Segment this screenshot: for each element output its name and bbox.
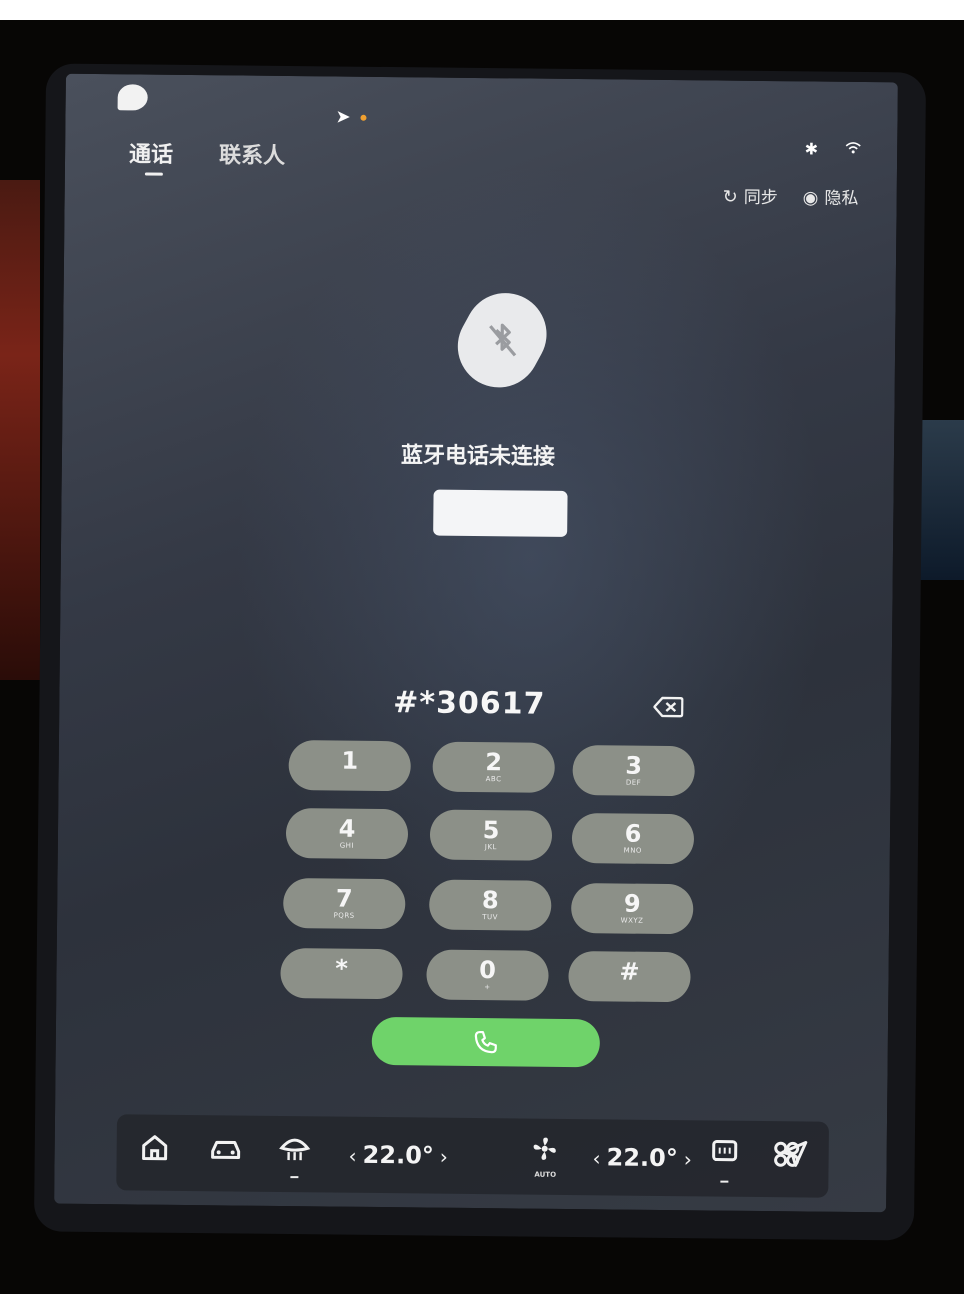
key-digit: 8 — [481, 886, 499, 915]
privacy-button[interactable]: ◉ 隐私 — [803, 183, 859, 209]
key-letters: GHI — [339, 841, 355, 850]
fan-icon[interactable] — [530, 1135, 558, 1171]
sync-icon: ↻ — [722, 186, 738, 208]
infotainment-screen: ➤ 通话 联系人 ✱ ↻同步 ◉隐私 蓝牙电话未连接 #*30617 1 2 — [54, 73, 898, 1213]
car-icon[interactable] — [208, 1133, 242, 1167]
photo-background-right — [920, 420, 964, 580]
sync-label: 同步 — [743, 187, 778, 209]
driver-temperature-value: 22.0° — [362, 1140, 434, 1170]
call-button[interactable] — [371, 1016, 601, 1068]
defrost-indicator — [290, 1176, 299, 1179]
bluetooth-disconnected-icon — [443, 278, 562, 403]
key-letters: JKL — [484, 843, 497, 852]
key-hash[interactable]: # — [568, 950, 691, 1003]
home-icon[interactable] — [140, 1133, 168, 1167]
key-digit: 5 — [482, 816, 500, 845]
key-letters: DEF — [625, 778, 642, 787]
key-digit: * — [335, 954, 349, 983]
navigation-status: ➤ — [335, 106, 367, 128]
connect-bluetooth-button[interactable] — [433, 489, 568, 537]
key-4[interactable]: 4 GHI — [285, 808, 409, 860]
tab-contacts[interactable]: 联系人 — [219, 137, 285, 170]
bottom-dock: ‹ 22.0° › AUTO ‹ 22.0° › — [116, 1114, 830, 1198]
passenger-temperature-value: 22.0° — [606, 1143, 678, 1173]
key-letters: TUV — [482, 913, 499, 922]
recording-dot-icon — [360, 114, 367, 121]
key-digit: 2 — [485, 748, 503, 777]
photo-background-left — [0, 180, 40, 680]
key-0[interactable]: 0 + — [426, 949, 549, 1001]
temp-increase-button[interactable]: › — [434, 1145, 454, 1169]
key-letters: PQRS — [333, 911, 355, 920]
key-digit: 6 — [624, 819, 642, 848]
key-digit: # — [619, 957, 640, 986]
eye-icon: ◉ — [802, 187, 819, 209]
key-8[interactable]: 8 TUV — [428, 879, 552, 931]
driver-temperature-control[interactable]: ‹ 22.0° › — [342, 1141, 454, 1170]
key-letters: WXYZ — [620, 916, 644, 925]
phone-icon — [474, 1030, 497, 1054]
key-digit: 9 — [623, 889, 641, 918]
backspace-button[interactable] — [653, 696, 684, 718]
temp-decrease-button[interactable]: ‹ — [586, 1146, 606, 1170]
photo-top-margin — [0, 0, 964, 20]
key-letters: + — [484, 983, 491, 992]
key-3[interactable]: 3 DEF — [572, 745, 695, 797]
key-7[interactable]: 7 PQRS — [283, 877, 406, 930]
key-digit: 0 — [479, 956, 497, 985]
fan-mode-label: AUTO — [534, 1170, 557, 1179]
wifi-icon — [840, 140, 861, 159]
key-9[interactable]: 9 WXYZ — [570, 883, 694, 935]
key-digit: 4 — [338, 814, 356, 843]
rear-defrost-indicator — [720, 1180, 729, 1183]
temp-increase-button[interactable]: › — [678, 1147, 698, 1171]
key-digit: 7 — [335, 884, 353, 913]
tab-active-indicator — [144, 172, 163, 176]
temp-decrease-button[interactable]: ‹ — [342, 1144, 362, 1168]
key-1[interactable]: 1 — [288, 740, 411, 792]
backspace-icon — [653, 696, 684, 718]
key-letters: ABC — [485, 775, 502, 784]
key-5[interactable]: 5 JKL — [429, 809, 553, 861]
navigation-arrow-icon: ➤ — [335, 106, 351, 128]
key-star[interactable]: * — [280, 947, 403, 1000]
dialed-number: #*30617 — [393, 685, 546, 722]
navigation-icon[interactable] — [778, 1139, 808, 1173]
privacy-label: 隐私 — [824, 188, 859, 209]
sync-button[interactable]: ↻ 同步 — [723, 183, 778, 209]
front-defrost-icon[interactable] — [278, 1134, 311, 1168]
bluetooth-status-text: 蓝牙电话未连接 — [400, 443, 556, 470]
key-digit: 3 — [625, 751, 643, 780]
passenger-temperature-control[interactable]: ‹ 22.0° › — [586, 1143, 698, 1172]
tab-call[interactable]: 通话 — [129, 136, 173, 168]
system-status-icons: ✱ — [783, 139, 862, 159]
bluetooth-icon: ✱ — [804, 139, 819, 159]
rear-defrost-icon[interactable] — [710, 1138, 738, 1172]
key-letters: MNO — [623, 846, 643, 855]
key-digit: 1 — [341, 746, 359, 775]
key-2[interactable]: 2 ABC — [432, 741, 555, 793]
voice-assistant-icon[interactable] — [117, 84, 148, 111]
key-6[interactable]: 6 MNO — [571, 813, 695, 865]
